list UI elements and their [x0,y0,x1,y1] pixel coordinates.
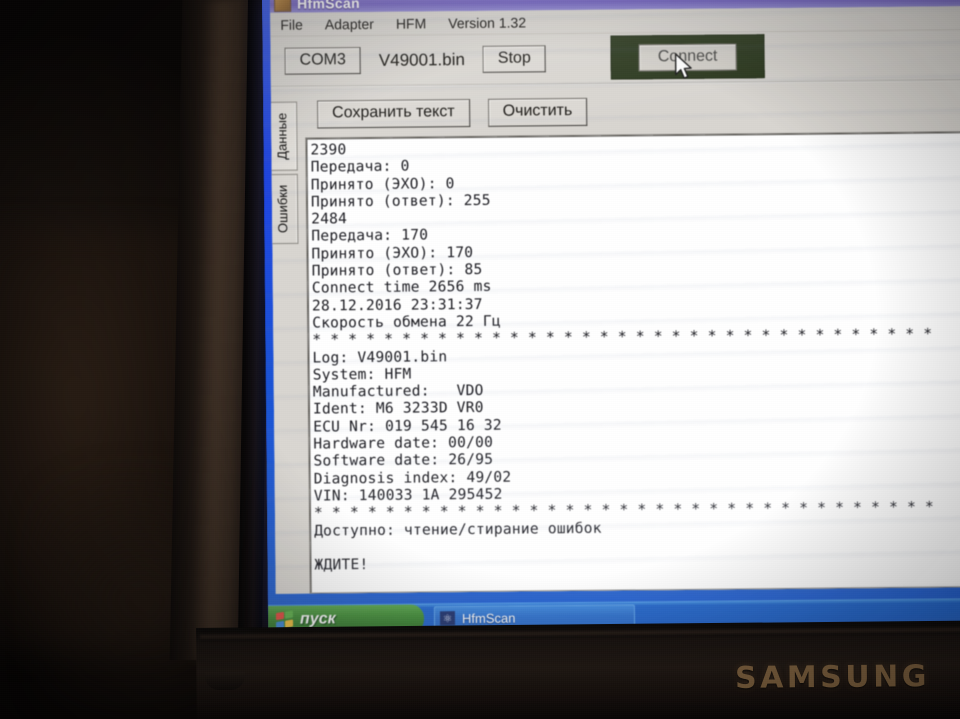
log-file-label: V49001.bin [378,49,465,70]
taskbar-item-label: HfmScan [461,610,516,626]
menu-item-version: Version 1.32 [448,13,527,31]
connection-toolbar: COM3 V49001.bin Stop Connect [270,30,960,86]
save-text-button[interactable]: Сохранить текст [317,99,470,129]
com-port-button[interactable]: COM3 [284,46,362,75]
hfmscan-icon: ⚛ [439,611,456,626]
menu-item-hfm[interactable]: HFM [396,15,426,31]
log-actions-toolbar: Сохранить текст Очистить [297,85,960,137]
samsung-brand-logo: SAMSUNG [734,659,931,696]
log-text-area[interactable]: 2390 Передача: 0 Принято (ЭХО): 0 Принят… [305,131,960,594]
window-title: HfmScan [297,0,360,12]
vertical-tab-strip: Данные Ошибки [271,92,302,594]
data-tab-content: Сохранить текст Очистить 2390 Передача: … [297,85,960,594]
clear-button[interactable]: Очистить [487,98,588,127]
menu-item-adapter[interactable]: Adapter [325,15,374,31]
connect-button[interactable]: Connect [638,42,737,71]
app-icon [274,0,292,12]
hfmscan-window: HfmScan File Adapter HFM Version 1.32 CO… [269,0,960,594]
menu-item-file[interactable]: File [280,16,303,32]
photo-of-laptop-screen: HfmScan File Adapter HFM Version 1.32 CO… [0,0,960,719]
connect-button-panel: Connect [610,34,765,80]
laptop-screen: HfmScan File Adapter HFM Version 1.32 CO… [262,0,960,634]
tab-data[interactable]: Данные [271,101,298,171]
stop-button[interactable]: Stop [482,45,546,74]
window-body: Данные Ошибки Сохранить текст Очистить 2… [270,81,960,594]
tab-errors[interactable]: Ошибки [271,173,299,245]
